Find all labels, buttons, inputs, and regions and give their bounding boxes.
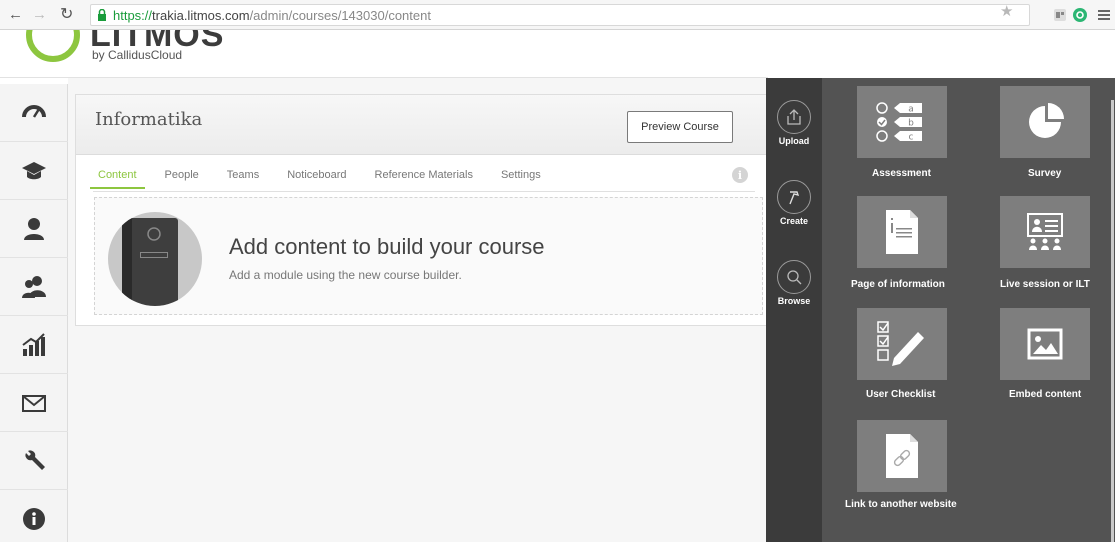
create-label: Create — [779, 216, 808, 226]
user-icon — [24, 217, 44, 240]
tile-link-website[interactable] — [857, 420, 947, 492]
extension-circle-icon[interactable] — [1072, 7, 1088, 23]
reload-icon[interactable]: ↻ — [60, 7, 73, 23]
app-header: LITMOS by CallidusCloud — [0, 30, 768, 78]
dashboard-icon — [22, 104, 46, 118]
option-b-label: b — [908, 119, 914, 129]
back-arrow-icon[interactable]: ← — [8, 7, 23, 23]
bookmark-star-icon[interactable]: ★ — [1000, 2, 1013, 20]
course-tabs: Content People Teams Noticeboard Referen… — [90, 169, 569, 189]
device-illustration — [122, 218, 178, 306]
tile-page-of-information[interactable] — [857, 196, 947, 268]
course-title: Informatika — [95, 109, 203, 130]
course-builder-illustration — [108, 212, 202, 306]
image-icon — [1027, 328, 1063, 360]
settings-wrench-icon — [25, 449, 45, 470]
address-text: https://trakia.litmos.com/admin/courses/… — [113, 8, 431, 23]
preview-course-button[interactable]: Preview Course — [627, 111, 733, 143]
tile-label-page-of-information: Page of information — [851, 279, 945, 290]
content-builder-panel: Upload Create Browse a b c Assessment Su… — [766, 78, 1115, 542]
browser-toolbar: ← → ↻ https://trakia.litmos.com/admin/co… — [0, 0, 1115, 30]
litmos-logo-icon[interactable] — [26, 30, 80, 62]
address-bar[interactable]: https://trakia.litmos.com/admin/courses/… — [90, 4, 1030, 26]
info-icon — [23, 507, 45, 530]
tab-teams[interactable]: Teams — [227, 169, 259, 189]
tile-label-embed-content: Embed content — [1009, 389, 1082, 400]
lock-icon — [98, 9, 106, 21]
main-content: Informatika Preview Course Content Peopl… — [68, 78, 770, 542]
pie-chart-icon — [1029, 103, 1064, 138]
messages-icon — [22, 394, 46, 412]
sidebar-item-messages[interactable] — [0, 374, 68, 432]
tile-user-checklist[interactable] — [857, 308, 947, 380]
left-sidebar — [0, 84, 68, 542]
tile-label-assessment: Assessment — [872, 168, 931, 179]
help-info-icon[interactable]: i — [732, 167, 748, 183]
link-icon — [886, 434, 918, 478]
checklist-icon — [877, 321, 924, 366]
sidebar-item-info[interactable] — [0, 490, 68, 542]
tab-content[interactable]: Content — [90, 169, 145, 189]
extension-icon[interactable] — [1052, 7, 1068, 23]
sidebar-item-reports[interactable] — [0, 316, 68, 374]
tab-settings[interactable]: Settings — [501, 169, 541, 189]
hammer-icon — [789, 191, 800, 205]
sidebar-item-users[interactable] — [0, 200, 68, 258]
tile-label-link-website: Link to another website — [845, 499, 957, 510]
upload-button[interactable]: Upload — [766, 100, 822, 146]
empty-content-dropzone[interactable]: Add content to build your course Add a m… — [94, 197, 763, 315]
browse-label: Browse — [777, 296, 811, 306]
sidebar-item-courses[interactable] — [0, 142, 68, 200]
empty-state-subtitle: Add a module using the new course builde… — [229, 268, 462, 282]
tile-survey[interactable] — [1000, 86, 1090, 158]
forward-arrow-icon[interactable]: → — [32, 7, 47, 23]
option-a-label: a — [908, 105, 914, 115]
browse-button[interactable]: Browse — [766, 260, 822, 306]
presenter-icon — [1027, 213, 1063, 250]
tab-reference-materials[interactable]: Reference Materials — [375, 169, 473, 189]
tab-noticeboard[interactable]: Noticeboard — [287, 169, 346, 189]
tile-label-live-session: Live session or ILT — [1000, 279, 1090, 290]
courses-icon — [22, 161, 46, 179]
upload-icon — [787, 109, 801, 125]
logo-subtitle: by CallidusCloud — [92, 48, 183, 62]
sidebar-item-teams[interactable] — [0, 258, 68, 316]
builder-action-strip: Upload Create Browse — [766, 78, 822, 542]
tile-embed-content[interactable] — [1000, 308, 1090, 380]
course-header: Informatika Preview Course — [76, 95, 769, 155]
tab-divider — [93, 191, 755, 192]
app-root: ← → ↻ https://trakia.litmos.com/admin/co… — [0, 0, 1115, 542]
option-c-label: c — [909, 133, 914, 143]
sidebar-item-settings[interactable] — [0, 432, 68, 490]
teams-icon — [22, 275, 46, 298]
document-icon — [886, 210, 918, 254]
create-button[interactable]: Create — [766, 180, 822, 226]
tile-label-survey: Survey — [1028, 168, 1062, 179]
reports-icon — [22, 332, 45, 356]
upload-label: Upload — [778, 136, 810, 146]
tile-assessment[interactable]: a b c — [857, 86, 947, 158]
sidebar-item-dashboard[interactable] — [0, 84, 68, 142]
tab-people[interactable]: People — [165, 169, 199, 189]
assessment-icon: a b c — [876, 102, 922, 143]
scrollbar[interactable] — [1111, 100, 1114, 542]
course-card: Informatika Preview Course Content Peopl… — [75, 94, 770, 326]
search-icon — [787, 270, 802, 285]
menu-icon[interactable] — [1096, 7, 1112, 23]
empty-state-title: Add content to build your course — [229, 234, 545, 259]
tile-label-user-checklist: User Checklist — [866, 389, 936, 400]
tile-live-session[interactable] — [1000, 196, 1090, 268]
